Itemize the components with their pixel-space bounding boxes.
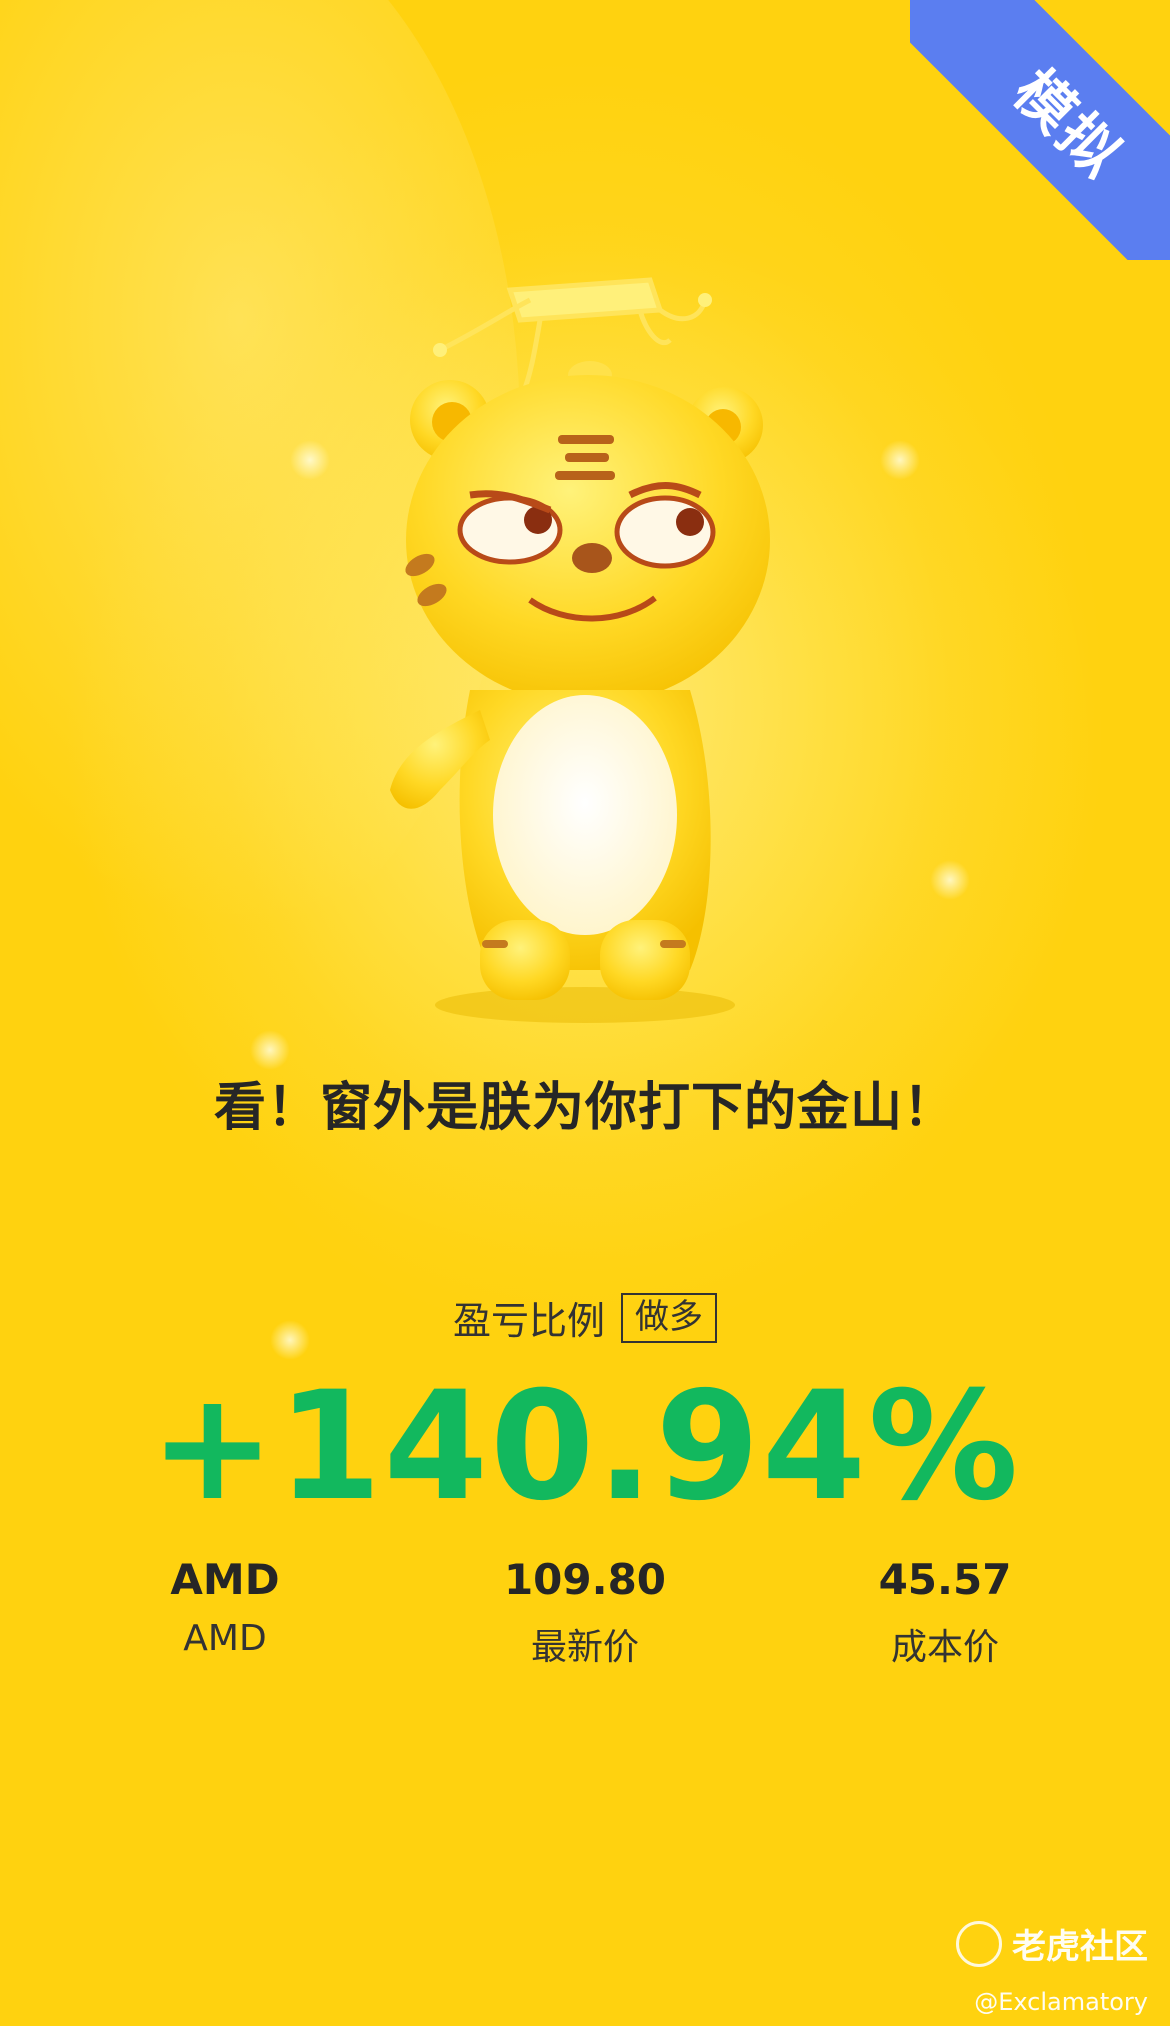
tiger-mascot-icon <box>390 277 770 1023</box>
ratio-label: 盈亏比例 <box>452 1299 605 1343</box>
stat-label: AMD <box>183 1618 267 1659</box>
simulation-ribbon: 模拟 <box>910 0 1170 260</box>
headline-text: 看！窗外是朕为你打下的金山！ <box>213 1078 956 1138</box>
stat-value: AMD <box>170 1555 280 1604</box>
stat-cost-price: 45.57 成本价 <box>815 1555 1075 1670</box>
stat-label: 最新价 <box>530 1627 639 1668</box>
stat-value: 45.57 <box>878 1555 1012 1604</box>
stat-latest-price: 109.80 最新价 <box>455 1555 715 1670</box>
sparkle <box>880 440 920 480</box>
share-card: 模拟 看！窗外是朕为你打下的金山！ 盈亏比例 做多 +140.94% AMD A… <box>0 0 1170 2026</box>
stat-value: 109.80 <box>503 1555 667 1604</box>
sparkle <box>250 1030 290 1070</box>
simulation-label: 模拟 <box>1000 56 1137 193</box>
stat-label: 成本价 <box>890 1627 999 1668</box>
profit-percentage: +140.94% <box>149 1360 1021 1534</box>
watermark: 老虎社区 <box>956 1919 1148 1968</box>
watermark-brand: 老虎社区 <box>1012 1927 1148 1967</box>
ratio-row: 盈亏比例 做多 <box>0 1290 1170 1345</box>
sparkle <box>290 440 330 480</box>
sparkle <box>930 860 970 900</box>
tiger-community-logo-icon <box>956 1920 1002 1967</box>
watermark-user: @Exclamatory <box>974 1988 1148 2016</box>
stat-symbol: AMD AMD <box>95 1555 355 1659</box>
direction-badge: 做多 <box>621 1292 717 1343</box>
